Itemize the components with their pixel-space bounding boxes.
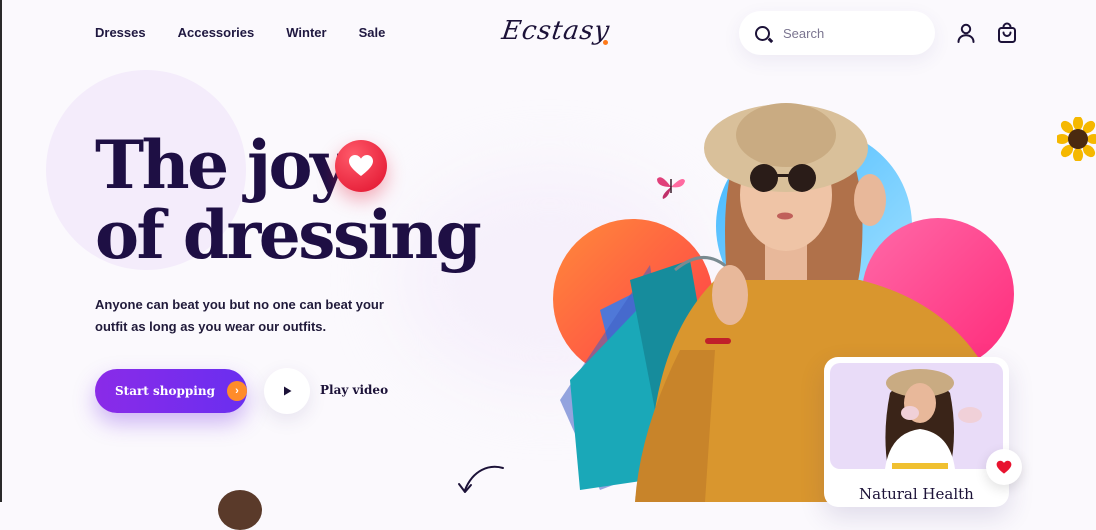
play-video-button[interactable] bbox=[264, 368, 310, 414]
curved-arrow-icon bbox=[458, 465, 504, 493]
main-nav: Dresses Accessories Winter Sale bbox=[95, 25, 417, 40]
nav-item-accessories[interactable]: Accessories bbox=[178, 25, 255, 40]
heart-icon bbox=[335, 140, 387, 192]
nav-item-winter[interactable]: Winter bbox=[286, 25, 326, 40]
headline-line-2: of dressing bbox=[95, 196, 482, 274]
sunflower-icon bbox=[1057, 117, 1096, 161]
window-edge bbox=[0, 0, 2, 502]
chevron-right-icon: › bbox=[226, 381, 247, 401]
headline-line-1: The joy bbox=[95, 126, 348, 204]
product-card[interactable]: Natural Health bbox=[824, 357, 1009, 507]
shopping-bag-icon[interactable] bbox=[996, 22, 1018, 44]
favorite-heart-icon[interactable] bbox=[986, 449, 1022, 485]
search-input[interactable] bbox=[781, 24, 925, 42]
search-icon bbox=[755, 25, 770, 41]
start-shopping-button[interactable]: Start shopping › bbox=[95, 369, 247, 413]
hero-headline: The joy of dressing bbox=[95, 126, 482, 274]
hero-subtext: Anyone can beat you but no one can beat … bbox=[95, 297, 384, 334]
search-bar[interactable] bbox=[739, 11, 935, 55]
play-icon bbox=[284, 386, 292, 396]
butterfly-icon bbox=[657, 177, 685, 199]
product-title: Natural Health bbox=[859, 485, 974, 503]
nav-item-dresses[interactable]: Dresses bbox=[95, 25, 146, 40]
product-image bbox=[830, 363, 1003, 469]
user-icon[interactable] bbox=[955, 22, 977, 44]
logo-dot bbox=[603, 40, 608, 45]
play-video-label[interactable]: Play video bbox=[320, 383, 388, 397]
brand-logo[interactable]: Ecstasy bbox=[500, 16, 612, 46]
avatar bbox=[218, 490, 262, 530]
start-shopping-label: Start shopping bbox=[115, 384, 215, 398]
nav-item-sale[interactable]: Sale bbox=[359, 25, 386, 40]
